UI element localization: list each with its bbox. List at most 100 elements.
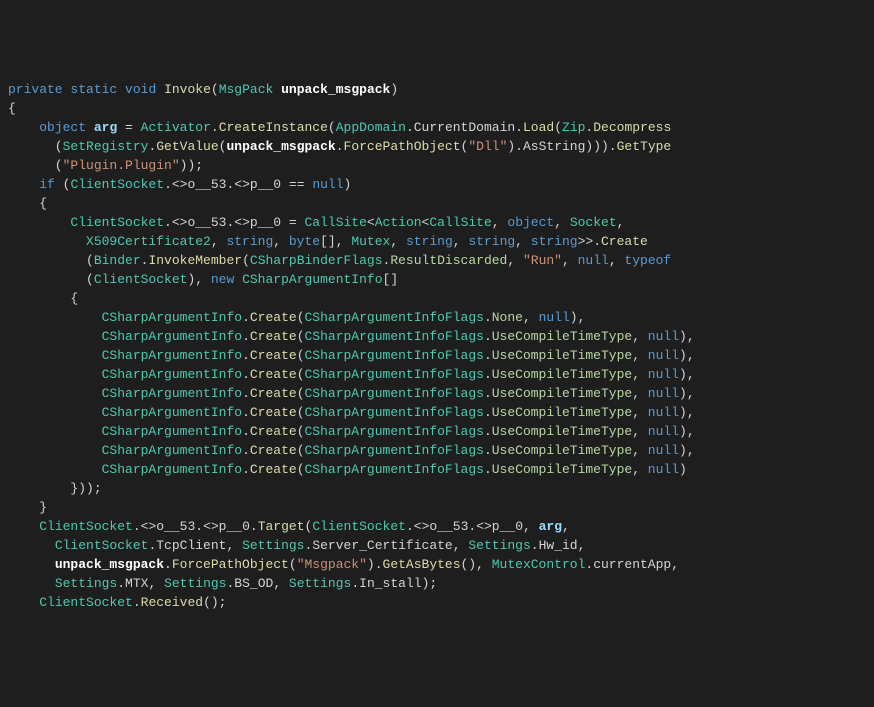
kw-string2: string — [406, 234, 453, 249]
str-msgpack: "Msgpack" — [297, 557, 367, 572]
flags-7: CSharpArgumentInfoFlags — [305, 424, 484, 439]
csai-6: CSharpArgumentInfo — [102, 405, 242, 420]
code-editor: private static void Invoke(MsgPack unpac… — [8, 80, 866, 612]
settings-4: Settings — [164, 576, 226, 591]
type-setregistry: SetRegistry — [63, 139, 149, 154]
o53-t: <>o__53 — [141, 519, 196, 534]
prop-currentdomain: CurrentDomain — [414, 120, 515, 135]
bsod: BS_OD — [234, 576, 273, 591]
enum-use-6: UseCompileTimeType — [492, 405, 632, 420]
type-clientsocket2: ClientSocket — [70, 215, 164, 230]
kw-string3: string — [468, 234, 515, 249]
fn-create-4: Create — [250, 367, 297, 382]
hwid: Hw_id — [539, 538, 578, 553]
null-5: null — [648, 386, 679, 401]
fn-load: Load — [523, 120, 554, 135]
settings-1: Settings — [242, 538, 304, 553]
fn-target: Target — [258, 519, 305, 534]
mtx: MTX — [125, 576, 148, 591]
cs-target: ClientSocket — [39, 519, 133, 534]
kw-static: static — [70, 82, 117, 97]
type-action: Action — [375, 215, 422, 230]
null-4: null — [648, 367, 679, 382]
install: In_stall — [359, 576, 421, 591]
fn-createinstance: CreateInstance — [219, 120, 328, 135]
str-run: "Run" — [523, 253, 562, 268]
kw-null: null — [312, 177, 343, 192]
getasbytes: GetAsBytes — [383, 557, 461, 572]
null-1: null — [539, 310, 570, 325]
prop-asstring: AsString — [523, 139, 585, 154]
null-9: null — [648, 462, 679, 477]
param-unpack: unpack_msgpack — [226, 139, 335, 154]
enum-use-4: UseCompileTimeType — [492, 367, 632, 382]
type-x509: X509Certificate2 — [86, 234, 211, 249]
o53-t2: <>o__53 — [414, 519, 469, 534]
type-activator: Activator — [141, 120, 211, 135]
csai-7: CSharpArgumentInfo — [102, 424, 242, 439]
p0-t2: <>p__0 — [476, 519, 523, 534]
type-callsite: CallSite — [305, 215, 367, 230]
csai-9: CSharpArgumentInfo — [102, 462, 242, 477]
enum-use-2: UseCompileTimeType — [492, 329, 632, 344]
flags-1: CSharpArgumentInfoFlags — [305, 310, 484, 325]
cs-recv: ClientSocket — [39, 595, 133, 610]
method-name: Invoke — [164, 82, 211, 97]
enum-use-5: UseCompileTimeType — [492, 386, 632, 401]
str-plugin: "Plugin.Plugin" — [63, 158, 180, 173]
enum-use-3: UseCompileTimeType — [492, 348, 632, 363]
fn-create-3: Create — [250, 348, 297, 363]
fn-create-7: Create — [250, 424, 297, 439]
null-6: null — [648, 405, 679, 420]
servercert: Server_Certificate — [312, 538, 452, 553]
fn-forcepathobject: ForcePathObject — [344, 139, 461, 154]
fn-create-6: Create — [250, 405, 297, 420]
type-binder: Binder — [94, 253, 141, 268]
fn-invokemember: InvokeMember — [148, 253, 242, 268]
type-clientsocket: ClientSocket — [70, 177, 164, 192]
fn-create-1: Create — [250, 310, 297, 325]
flags-4: CSharpArgumentInfoFlags — [305, 367, 484, 382]
kw-null2: null — [578, 253, 609, 268]
settings-3: Settings — [55, 576, 117, 591]
field-o53b: <>o__53 — [172, 215, 227, 230]
csai-5: CSharpArgumentInfo — [102, 386, 242, 401]
null-2: null — [648, 329, 679, 344]
kw-string: string — [226, 234, 273, 249]
fn-received: Received — [141, 595, 203, 610]
param-name: unpack_msgpack — [281, 82, 390, 97]
mutexcontrol: MutexControl — [492, 557, 586, 572]
kw-typeof: typeof — [624, 253, 671, 268]
type-clientsocket3: ClientSocket — [94, 272, 188, 287]
flags-9: CSharpArgumentInfoFlags — [305, 462, 484, 477]
cs-target3: ClientSocket — [55, 538, 149, 553]
str-dll: "Dll" — [468, 139, 507, 154]
kw-object: object — [39, 120, 86, 135]
enum-use-9: UseCompileTimeType — [492, 462, 632, 477]
settings-2: Settings — [468, 538, 530, 553]
kw-private: private — [8, 82, 63, 97]
csai-8: CSharpArgumentInfo — [102, 443, 242, 458]
cs-target2: ClientSocket — [312, 519, 406, 534]
type-mutex: Mutex — [351, 234, 390, 249]
type-csbf: CSharpBinderFlags — [250, 253, 383, 268]
field-p0: <>p__0 — [234, 177, 281, 192]
fn-decompress: Decompress — [593, 120, 671, 135]
settings-5: Settings — [289, 576, 351, 591]
type-socket: Socket — [570, 215, 617, 230]
param-type: MsgPack — [219, 82, 274, 97]
flags-3: CSharpArgumentInfoFlags — [305, 348, 484, 363]
flags-6: CSharpArgumentInfoFlags — [305, 405, 484, 420]
kw-void: void — [125, 82, 156, 97]
flags-2: CSharpArgumentInfoFlags — [305, 329, 484, 344]
fn-gettype: GetType — [617, 139, 672, 154]
fn-getvalue: GetValue — [156, 139, 218, 154]
type-zip: Zip — [562, 120, 585, 135]
arg-t: arg — [539, 519, 562, 534]
kw-new: new — [211, 272, 234, 287]
tcpclient: TcpClient — [156, 538, 226, 553]
flags-8: CSharpArgumentInfoFlags — [305, 443, 484, 458]
null-3: null — [648, 348, 679, 363]
currentapp: currentApp — [593, 557, 671, 572]
unpack-t: unpack_msgpack — [55, 557, 164, 572]
